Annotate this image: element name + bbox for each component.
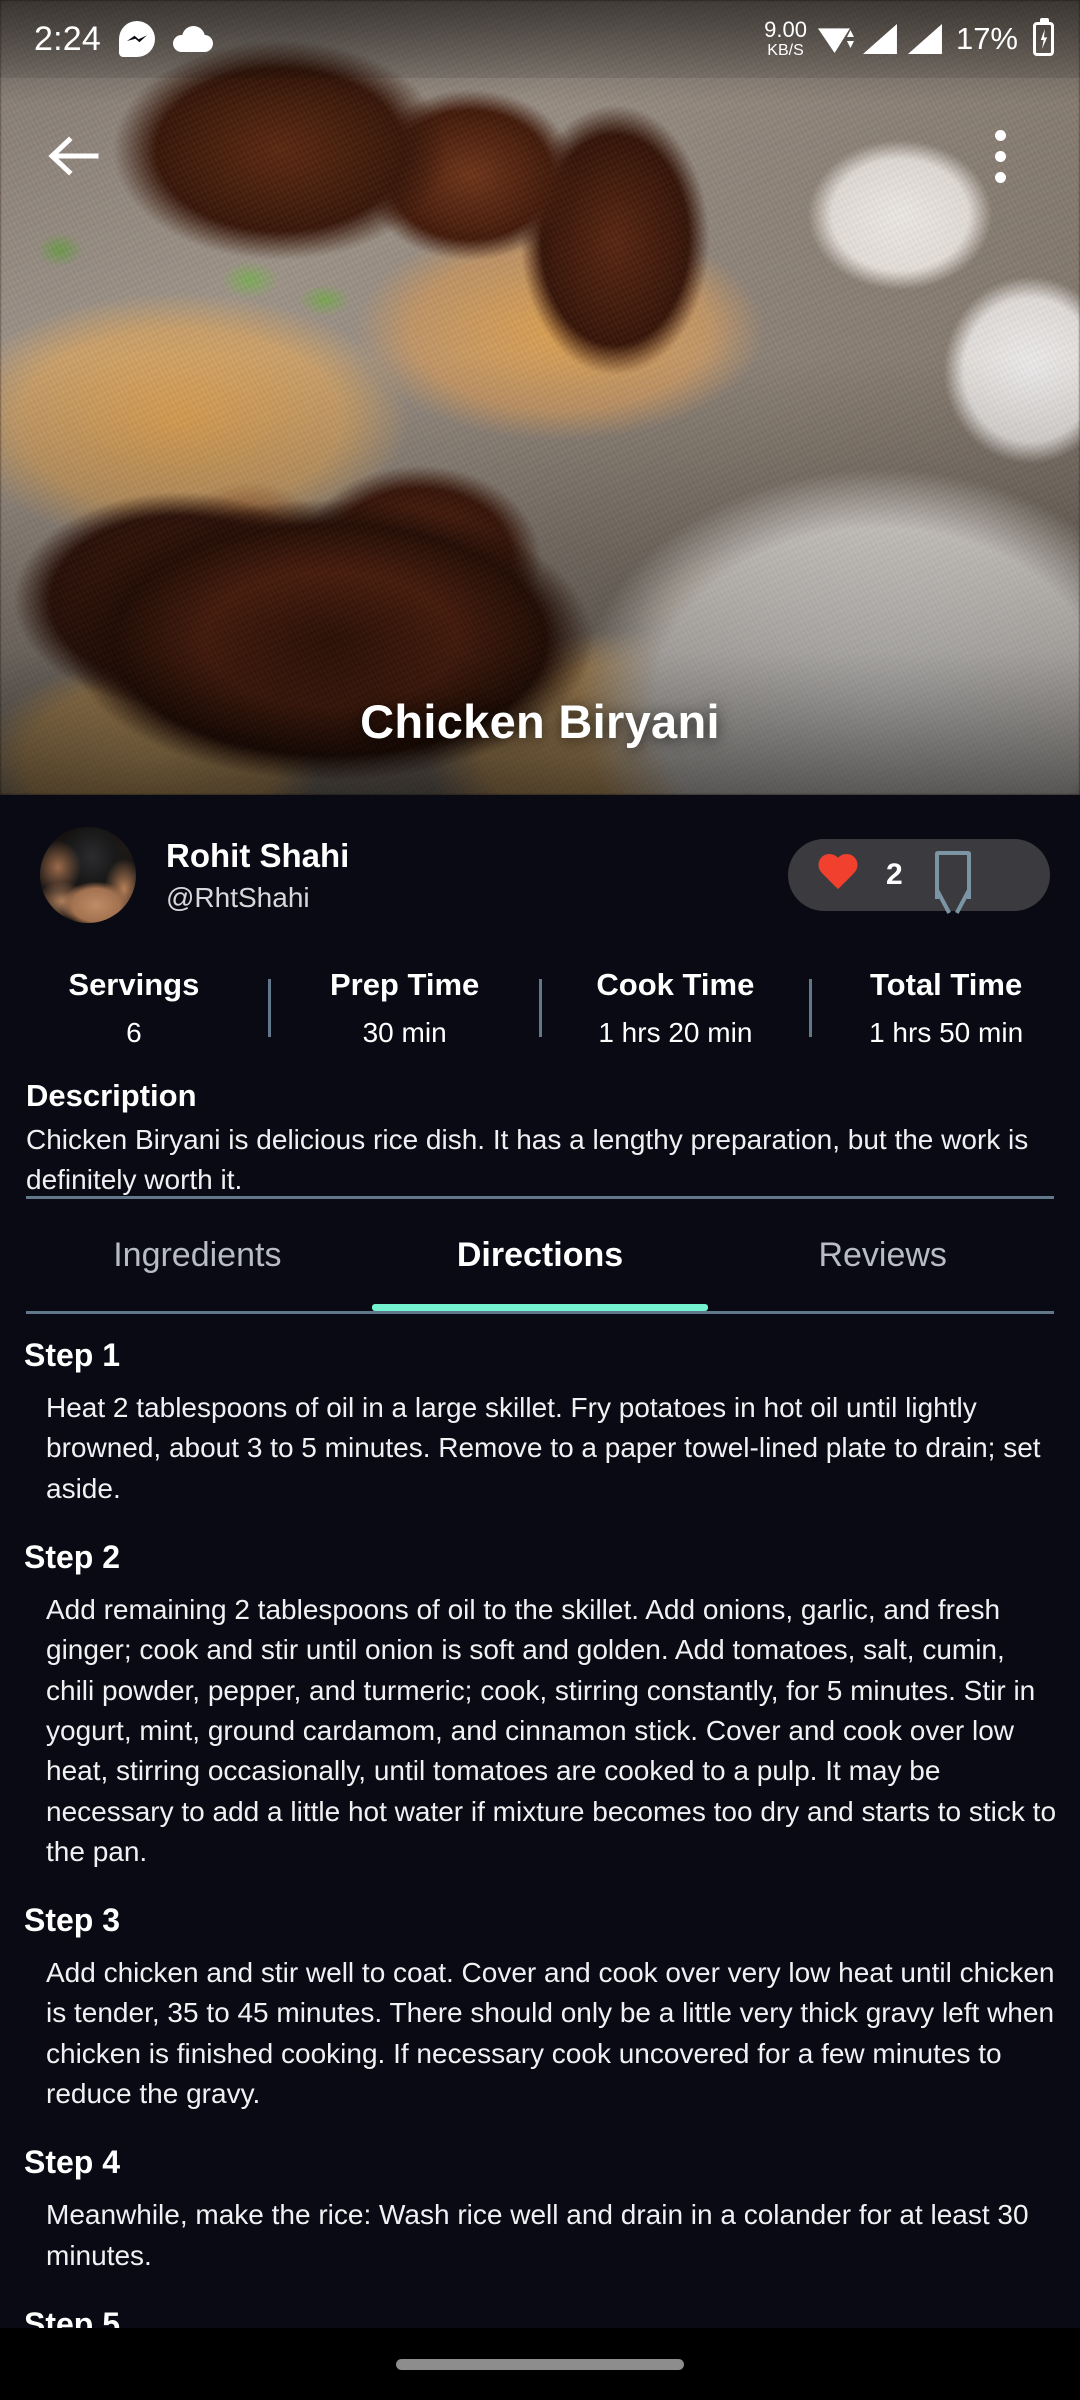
- recipe-detail-screen: Chicken Biryani 2:24 9.00 KB/S 17% Rohit…: [0, 0, 1080, 2400]
- description-text: Chicken Biryani is delicious rice dish. …: [26, 1124, 1029, 1195]
- list-item: Step 3 Add chicken and stir well to coat…: [24, 1902, 1056, 2114]
- status-clock: 2:24: [34, 19, 101, 58]
- step-text: Meanwhile, make the rice: Wash rice well…: [46, 2199, 1029, 2271]
- stat-label: Servings: [68, 966, 200, 1002]
- bookmark-icon[interactable]: [934, 851, 971, 899]
- author-name: Rohit Shahi: [166, 836, 350, 874]
- system-navigation-bar: [0, 2328, 1080, 2400]
- messenger-icon: [118, 21, 155, 57]
- description-heading: Description: [26, 1078, 197, 1113]
- overflow-dot: [994, 150, 1006, 162]
- step-text: Add chicken and stir well to coat. Cover…: [46, 1957, 1055, 2110]
- step-text: Heat 2 tablespoons of oil in a large ski…: [46, 1392, 1041, 1504]
- step-title: Step 3: [24, 1902, 121, 1939]
- overflow-dot: [994, 129, 1006, 141]
- stat-total-time: Total Time 1 hrs 50 min: [812, 967, 1080, 1049]
- step-title: Step 2: [24, 1538, 121, 1575]
- hero-toolbar: [0, 108, 1080, 204]
- battery-charging-icon: [1033, 18, 1054, 56]
- list-item: Step 1 Heat 2 tablespoons of oil in a la…: [24, 1337, 1056, 1509]
- stat-value: 30 min: [362, 1016, 447, 1048]
- battery-percent: 17%: [955, 21, 1018, 56]
- tab-reviews[interactable]: Reviews: [711, 1199, 1054, 1311]
- avatar-photo: [40, 827, 136, 923]
- like-count: 2: [886, 858, 903, 891]
- status-bar-left: 2:24: [34, 20, 213, 59]
- network-speed-unit: KB/S: [767, 42, 804, 59]
- author-handle: @RhtShahi: [166, 881, 310, 913]
- network-speed-value: 9.00: [764, 17, 807, 42]
- heart-icon[interactable]: [816, 855, 860, 895]
- stat-label: Total Time: [870, 966, 1023, 1002]
- overflow-dot: [994, 171, 1006, 183]
- status-bar-right: 9.00 KB/S 17%: [764, 18, 1054, 59]
- stat-prep-time: Prep Time 30 min: [271, 967, 539, 1049]
- stat-value: 6: [126, 1016, 142, 1048]
- list-item: Step 2 Add remaining 2 tablespoons of oi…: [24, 1539, 1056, 1872]
- stat-value: 1 hrs 20 min: [598, 1016, 753, 1048]
- cellular-signal-icon-2: [907, 24, 942, 54]
- wifi-icon: [817, 23, 855, 55]
- wifi-transfer-arrows: [846, 30, 855, 50]
- cellular-signal-icon: [862, 24, 897, 54]
- tabs-bottom-divider: [26, 1311, 1054, 1314]
- author-identity[interactable]: Rohit Shahi @RhtShahi: [166, 837, 349, 914]
- cloud-icon: [172, 26, 213, 52]
- back-arrow-icon: [48, 136, 99, 176]
- list-item: Step 4 Meanwhile, make the rice: Wash ri…: [24, 2144, 1056, 2276]
- network-speed-indicator: 9.00 KB/S: [764, 19, 807, 59]
- stat-servings: Servings 6: [0, 967, 268, 1049]
- stat-value: 1 hrs 50 min: [869, 1016, 1024, 1048]
- step-title: Step 1: [24, 1337, 121, 1373]
- step-text: Add remaining 2 tablespoons of oil to th…: [46, 1593, 1057, 1867]
- overflow-menu-button[interactable]: [968, 116, 1032, 196]
- directions-list: Step 1 Heat 2 tablespoons of oil in a la…: [0, 1337, 1080, 2373]
- recipe-title: Chicken Biryani: [360, 695, 720, 748]
- wifi-glyph: [817, 28, 850, 53]
- gesture-home-pill[interactable]: [396, 2358, 684, 2370]
- recipe-hero-image: Chicken Biryani: [0, 0, 1080, 795]
- tab-directions[interactable]: Directions: [369, 1199, 712, 1311]
- tab-ingredients[interactable]: Ingredients: [26, 1199, 369, 1311]
- stat-cook-time: Cook Time 1 hrs 20 min: [542, 967, 810, 1049]
- avatar[interactable]: [40, 827, 136, 923]
- status-bar: 2:24 9.00 KB/S 17%: [0, 0, 1080, 78]
- recipe-actions-pill: 2: [788, 839, 1050, 911]
- description-block: Description Chicken Biryani is delicious…: [0, 1078, 1080, 1200]
- author-row: Rohit Shahi @RhtShahi 2: [0, 815, 1080, 935]
- step-title: Step 4: [24, 2144, 121, 2181]
- recipe-stats-row: Servings 6 Prep Time 30 min Cook Time 1 …: [0, 955, 1080, 1060]
- back-button[interactable]: [36, 119, 110, 193]
- recipe-tabs: Ingredients Directions Reviews: [26, 1199, 1054, 1311]
- stat-label: Cook Time: [596, 966, 755, 1002]
- stat-label: Prep Time: [329, 966, 480, 1002]
